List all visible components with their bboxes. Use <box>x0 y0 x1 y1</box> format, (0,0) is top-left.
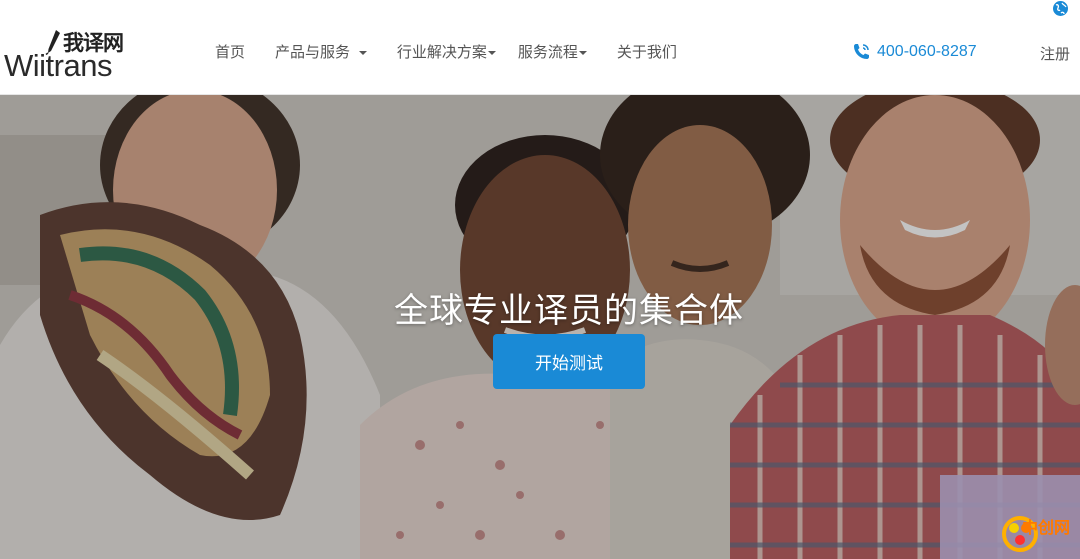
hero-banner: 全球专业译员的集合体 开始测试 中创网 <box>0 95 1080 559</box>
logo-english-text: Wiitrans <box>4 48 112 83</box>
nav-item-label: 首页 <box>215 43 246 61</box>
caret-down-icon <box>358 50 367 55</box>
phone-contact[interactable]: 400-060-8287 <box>851 42 977 62</box>
start-test-button[interactable]: 开始测试 <box>493 334 645 389</box>
globe-icon[interactable] <box>1052 0 1069 17</box>
nav-item-home[interactable]: 首页 <box>215 42 245 62</box>
caret-down-icon <box>487 50 496 55</box>
phone-icon <box>854 44 869 59</box>
nav-item-products[interactable]: 产品与服务 <box>275 42 367 62</box>
nav-item-label: 产品与服务 <box>275 43 351 61</box>
nav-item-process[interactable]: 服务流程 <box>518 42 587 62</box>
nav-item-solutions[interactable]: 行业解决方案 <box>397 42 496 62</box>
phone-number: 400-060-8287 <box>877 43 977 60</box>
caret-down-icon <box>578 50 587 55</box>
hero-title: 全球专业译员的集合体 <box>394 291 744 331</box>
register-link[interactable]: 注册 <box>1040 43 1070 64</box>
watermark-logo: 中创网 <box>1000 510 1080 559</box>
nav-item-label: 关于我们 <box>616 43 677 61</box>
site-logo[interactable]: 我译网 Wiitrans <box>4 28 144 84</box>
main-nav: 首页 产品与服务 行业解决方案 服务流程 关于我们 <box>215 42 707 62</box>
nav-item-about[interactable]: 关于我们 <box>617 42 677 62</box>
nav-item-label: 服务流程 <box>517 43 578 61</box>
nav-item-label: 行业解决方案 <box>396 43 487 61</box>
watermark-text: 中创网 <box>1022 518 1071 537</box>
site-header: 我译网 Wiitrans 首页 产品与服务 行业解决方案 服务流程 关于我们 4… <box>0 0 1080 95</box>
